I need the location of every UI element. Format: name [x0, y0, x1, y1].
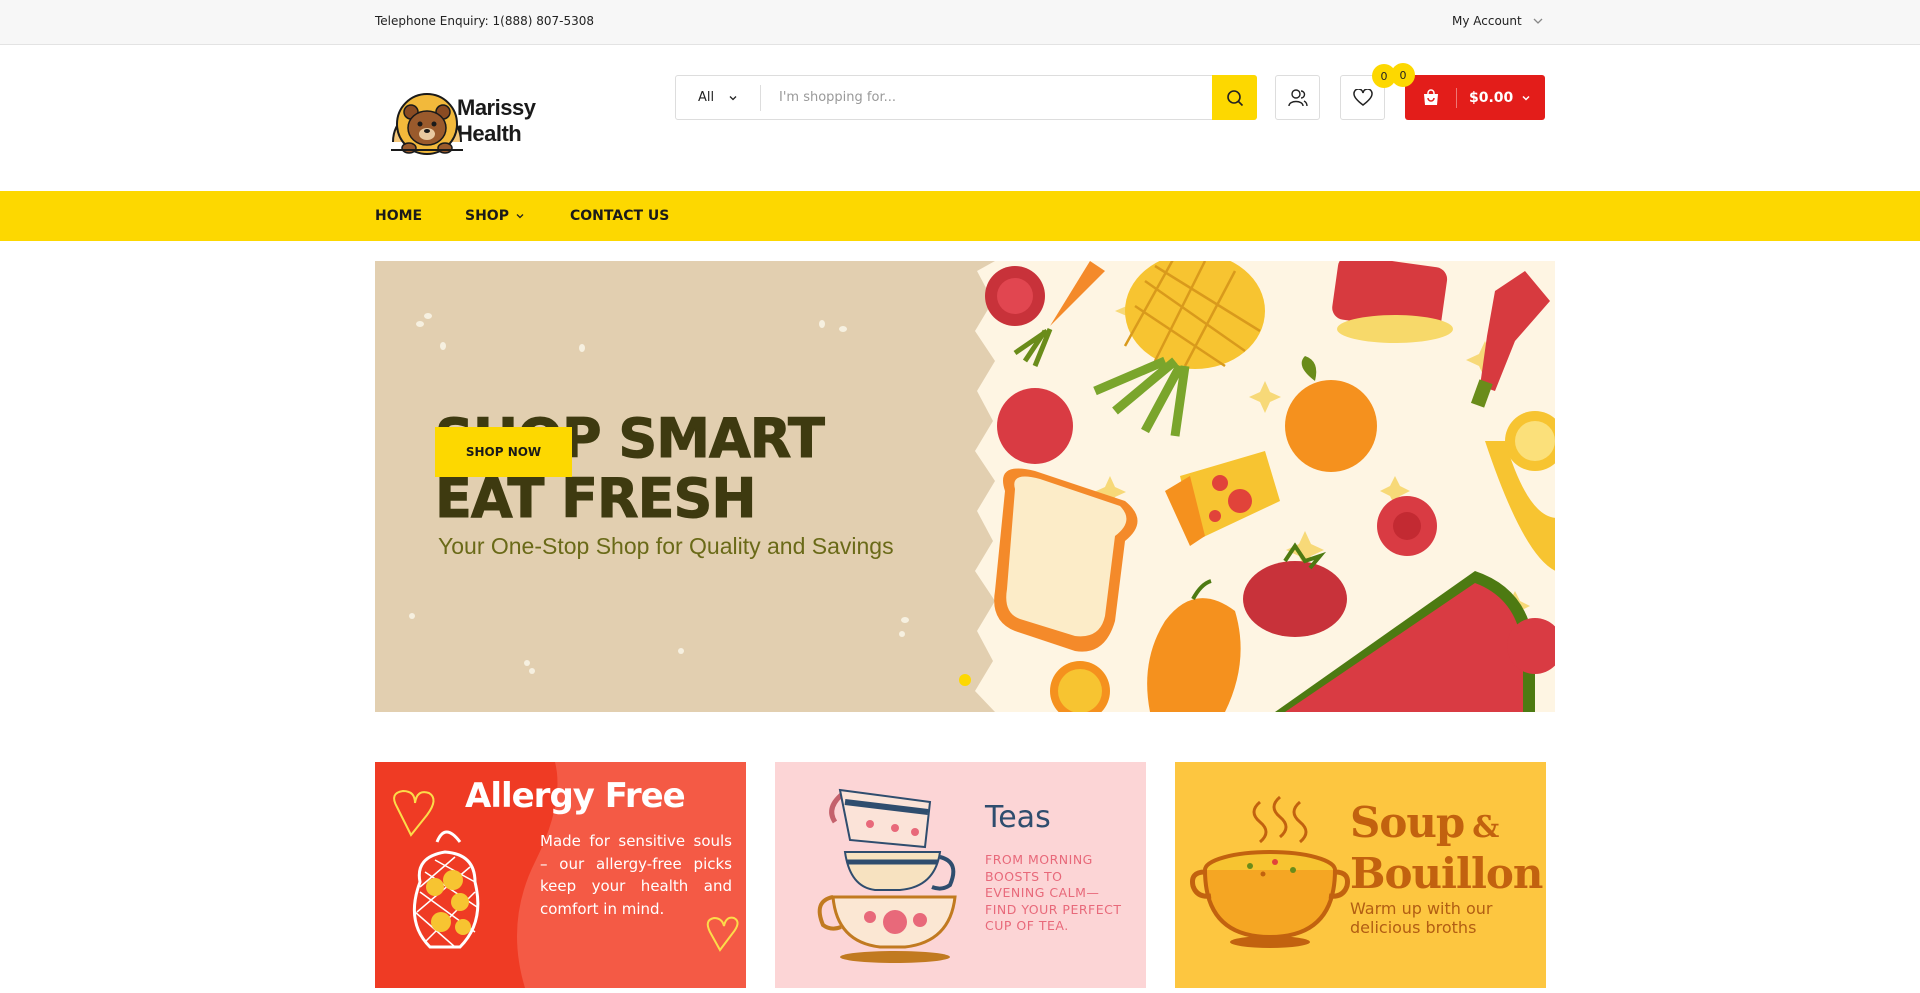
hero-headline-line-2: EAT FRESH [435, 467, 758, 530]
bear-logo-icon [391, 93, 463, 155]
banner-description: Made for sensitive souls – our allergy-f… [540, 832, 732, 918]
nav-contact-label: CONTACT US [570, 208, 670, 224]
nav-shop-label: SHOP [465, 208, 509, 224]
banner-title: Allergy Free [465, 776, 686, 816]
banner-title: Soup & Bouillon [1350, 798, 1543, 898]
banner-title-part-2: Bouillon [1350, 849, 1543, 898]
chevron-down-icon [1533, 18, 1543, 24]
cart-button[interactable]: 0 $0.00 [1391, 63, 1545, 120]
banner-teas[interactable]: Teas FROM MORNING BOOSTS TO EVENING CALM… [775, 762, 1146, 988]
nav-home-label: HOME [375, 208, 423, 224]
nav-item-home[interactable]: HOME [375, 191, 422, 241]
banner-title-ampersand: & [1472, 810, 1499, 845]
main-nav: HOME SHOP CONTACT US [0, 191, 1920, 241]
slider-dot-active[interactable] [959, 674, 971, 686]
chevron-down-icon [516, 214, 524, 219]
chevron-down-icon [1522, 95, 1530, 101]
site-logo[interactable]: Marissy Health [383, 81, 553, 161]
food-pattern-icon [975, 261, 1555, 712]
top-bar: Telephone Enquiry: 1(888) 807-5308 My Ac… [0, 0, 1920, 45]
cart-count-badge: 0 [1391, 63, 1415, 87]
hero-food-illustration [975, 261, 1555, 712]
banner-title: Teas [985, 800, 1051, 835]
cart-total: $0.00 [1469, 89, 1514, 106]
telephone-enquiry: Telephone Enquiry: 1(888) 807-5308 [375, 14, 595, 28]
banner-description: Warm up with our delicious broths [1350, 899, 1493, 937]
site-header: Marissy Health All 0 0 $0.00 [0, 45, 1920, 191]
my-account-menu[interactable]: My Account [1452, 14, 1544, 28]
account-button[interactable] [1275, 75, 1320, 120]
hero-slider: SHOP SMART EAT FRESH SHOP NOW Your One-S… [375, 261, 1555, 712]
nav-item-contact[interactable]: CONTACT US [570, 191, 669, 241]
search-button[interactable] [1212, 75, 1257, 120]
user-icon [1287, 88, 1308, 106]
search-bar: All [675, 75, 1257, 120]
banner-title-part-1: Soup [1350, 798, 1465, 847]
my-account-label: My Account [1452, 14, 1522, 28]
search-input[interactable] [761, 76, 1212, 119]
shopping-bag-icon [1423, 88, 1438, 105]
chevron-down-icon [729, 95, 737, 100]
category-value: All [697, 90, 715, 105]
search-icon [1226, 89, 1243, 106]
banner-description: FROM MORNING BOOSTS TO EVENING CALM—FIND… [985, 852, 1122, 933]
hero-subtitle: Your One-Stop Shop for Quality and Savin… [438, 533, 894, 559]
banner-soup-bouillon[interactable]: Soup & Bouillon Warm up with our deliciou… [1175, 762, 1546, 988]
shop-now-button[interactable]: SHOP NOW [435, 427, 572, 477]
category-select[interactable]: All [676, 84, 761, 111]
heart-icon [1352, 88, 1373, 106]
banner-allergy-free[interactable]: Allergy Free Made for sensitive souls – … [375, 762, 746, 988]
wishlist-button[interactable]: 0 [1340, 64, 1396, 120]
cart-icon-wrap [1405, 87, 1457, 108]
nav-item-shop[interactable]: SHOP [465, 191, 525, 241]
